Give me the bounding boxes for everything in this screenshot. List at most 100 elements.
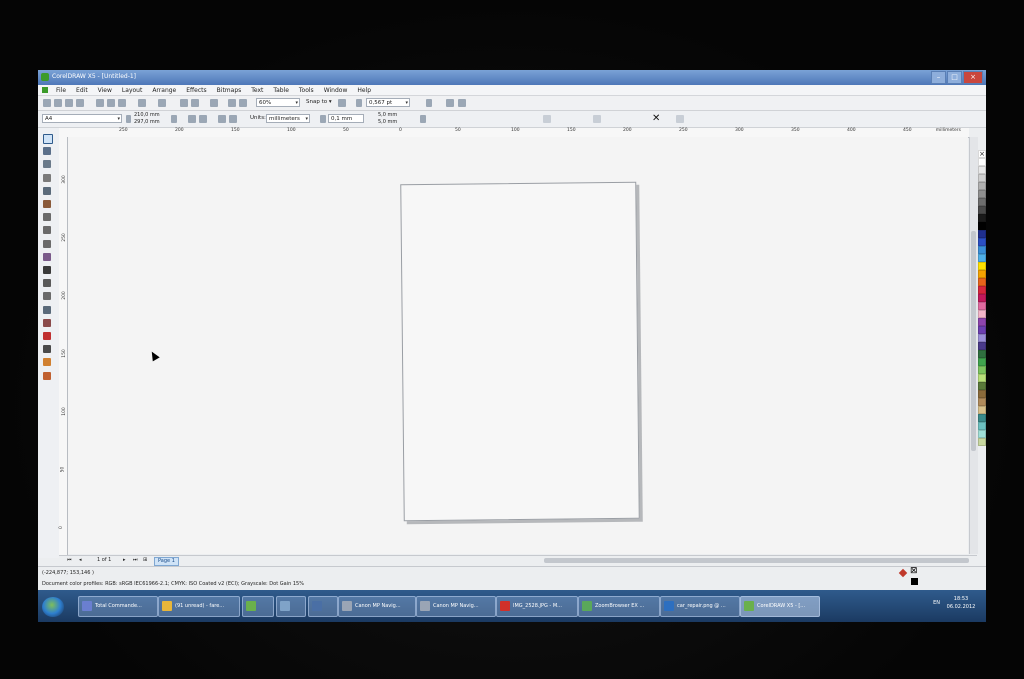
palette-swatch[interactable] (978, 350, 986, 358)
all-pages-icon[interactable] (218, 115, 226, 123)
rectangle-tool-icon[interactable] (43, 213, 51, 222)
document-page[interactable] (400, 181, 640, 522)
palette-swatch[interactable] (978, 222, 986, 230)
taskbar-item[interactable]: ZoomBrowser EX ... (578, 596, 660, 617)
palette-swatch[interactable] (978, 358, 986, 366)
previous-page-button[interactable]: ◂ (79, 557, 82, 563)
menu-help[interactable]: Help (357, 87, 371, 94)
paper-width[interactable]: 210,0 mm (134, 112, 160, 118)
taskbar-item[interactable] (308, 596, 338, 617)
palette-swatch[interactable] (978, 206, 986, 214)
taskbar-item[interactable] (242, 596, 274, 617)
palette-swatch[interactable] (978, 390, 986, 398)
options-icon[interactable] (338, 99, 346, 107)
paper-type-combo[interactable]: A4 ▾ (42, 114, 122, 123)
smart-fill-icon[interactable] (43, 200, 51, 208)
palette-swatch[interactable] (978, 262, 986, 270)
corel-connect-icon[interactable] (239, 99, 247, 107)
vertical-scroll-thumb[interactable] (971, 231, 976, 451)
palette-swatch[interactable] (978, 406, 986, 414)
save-icon[interactable] (65, 99, 73, 107)
spinner-icon[interactable] (171, 115, 177, 123)
spinner-icon[interactable] (420, 115, 426, 123)
palette-swatch[interactable] (978, 230, 986, 238)
taskbar-item[interactable] (276, 596, 306, 617)
drawing-window[interactable] (68, 137, 968, 554)
minimize-button[interactable]: – (931, 71, 946, 84)
document-icon[interactable] (42, 87, 48, 93)
taskbar-item[interactable]: car_repair.png @ ... (660, 596, 740, 617)
units-combo[interactable]: millimeters ▾ (266, 114, 310, 123)
snap-to-dropdown[interactable]: Snap to ▾ (306, 99, 332, 105)
vertical-scrollbar[interactable] (969, 137, 978, 554)
palette-swatch[interactable] (978, 366, 986, 374)
freehand-tool-icon[interactable] (43, 186, 51, 195)
menu-view[interactable]: View (98, 87, 112, 94)
menu-text[interactable]: Text (251, 87, 263, 94)
no-color-swatch[interactable]: × (978, 150, 986, 158)
taskbar-item[interactable]: CorelDRAW X5 - [... (740, 596, 820, 617)
crop-tool-icon[interactable] (43, 160, 51, 169)
current-page-icon[interactable] (229, 115, 237, 123)
menu-arrange[interactable]: Arrange (152, 87, 176, 94)
palette-swatch[interactable] (978, 422, 986, 430)
zoom-tool-icon[interactable] (43, 173, 51, 182)
add-page-icon[interactable] (676, 115, 684, 123)
table-tool-icon[interactable] (43, 279, 51, 288)
palette-swatch[interactable] (978, 438, 986, 446)
menu-tools[interactable]: Tools (299, 87, 314, 94)
menu-window[interactable]: Window (324, 87, 348, 94)
shape-tool-icon[interactable] (43, 147, 51, 156)
start-button[interactable] (42, 597, 64, 617)
maximize-button[interactable]: □ (947, 71, 962, 84)
paste-icon[interactable] (118, 99, 126, 107)
palette-swatch[interactable] (978, 326, 986, 334)
import-icon[interactable] (180, 99, 188, 107)
blend-tool-icon[interactable] (43, 318, 51, 327)
copy-icon[interactable] (107, 99, 115, 107)
palette-swatch[interactable] (978, 158, 986, 166)
taskbar-item[interactable]: Canon MP Navig... (338, 596, 416, 617)
clock-time[interactable]: 18:53 (946, 596, 976, 602)
horizontal-scroll-thumb[interactable] (544, 558, 969, 563)
new-icon[interactable] (43, 99, 51, 107)
no-fill-icon[interactable]: ⊠ (910, 566, 918, 576)
menu-file[interactable]: File (56, 87, 66, 94)
dimension-tool-icon[interactable] (43, 292, 51, 301)
taskbar-item[interactable]: Total Commande... (78, 596, 158, 617)
palette-swatch[interactable] (978, 286, 986, 294)
palette-swatch[interactable] (978, 302, 986, 310)
application-launcher-icon[interactable] (210, 99, 218, 107)
menu-layout[interactable]: Layout (122, 87, 142, 94)
palette-swatch[interactable] (978, 310, 986, 318)
close-button[interactable]: × (963, 71, 983, 84)
palette-swatch[interactable] (978, 318, 986, 326)
palette-swatch[interactable] (978, 254, 986, 262)
clock-date[interactable]: 06.02.2012 (946, 604, 976, 610)
palette-swatch[interactable] (978, 238, 986, 246)
undo-icon[interactable] (138, 99, 146, 107)
zoom-levels-combo[interactable]: 60% ▾ (256, 98, 300, 107)
last-page-button[interactable]: ⏭ (133, 557, 138, 563)
redo-icon[interactable] (158, 99, 166, 107)
nudge-distance-field[interactable]: 0,1 mm (328, 114, 364, 123)
palette-swatch[interactable] (978, 166, 986, 174)
outline-width-combo[interactable]: 0,567 pt ▾ (366, 98, 410, 107)
palette-swatch[interactable] (978, 382, 986, 390)
page-tab[interactable]: Page 1 (154, 557, 179, 566)
menu-table[interactable]: Table (273, 87, 289, 94)
treat-as-filled-icon[interactable] (543, 115, 551, 123)
palette-swatch[interactable] (978, 214, 986, 222)
next-page-button[interactable]: ▸ (123, 557, 126, 563)
cut-icon[interactable] (96, 99, 104, 107)
paper-height[interactable]: 297,0 mm (134, 119, 160, 125)
fill-indicator-icon[interactable] (898, 568, 908, 578)
portrait-icon[interactable] (188, 115, 196, 123)
close-docker-icon[interactable]: ✕ (652, 113, 660, 124)
fill-tool-icon[interactable] (43, 358, 51, 367)
menu-bitmaps[interactable]: Bitmaps (217, 87, 242, 94)
taskbar-item[interactable]: Canon MP Navig... (416, 596, 496, 617)
welcome-screen-icon[interactable] (228, 99, 236, 107)
palette-swatch[interactable] (978, 294, 986, 302)
palette-swatch[interactable] (978, 414, 986, 422)
